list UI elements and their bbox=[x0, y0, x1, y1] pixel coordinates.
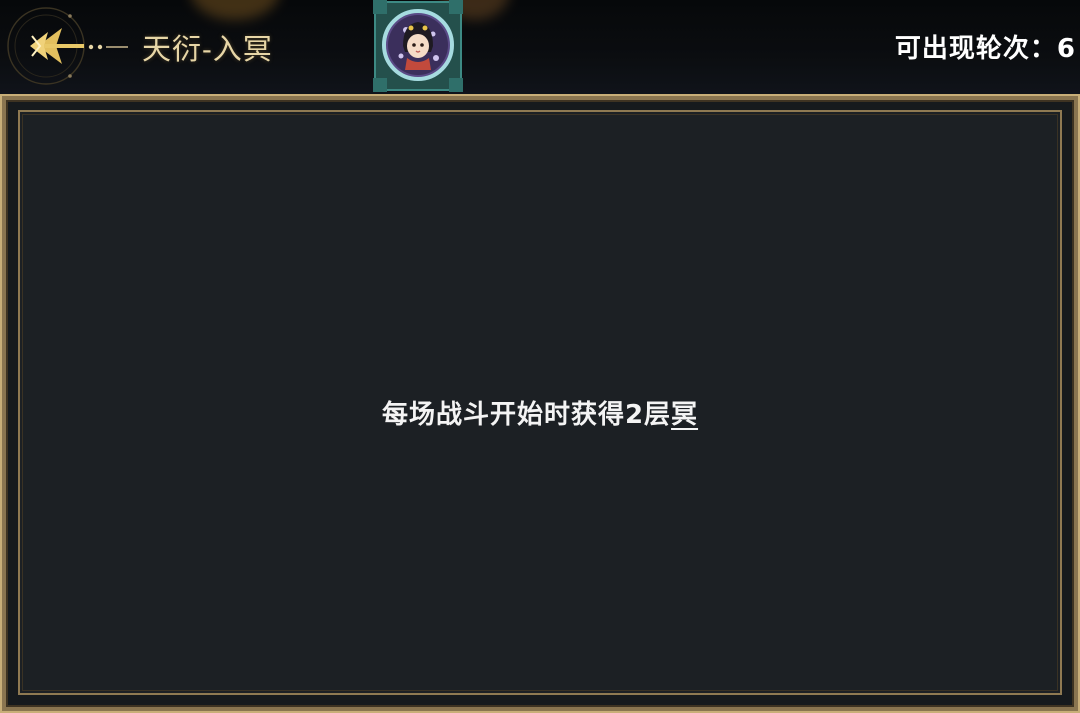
character-portrait-icon bbox=[373, 0, 463, 92]
effect-keyword-link[interactable]: 冥 bbox=[671, 400, 698, 430]
effect-description-panel: 每场战斗开始时获得2层冥 bbox=[18, 110, 1062, 695]
top-bar: 天衍-入冥 可出现轮次：6 bbox=[0, 0, 1080, 94]
character-portrait[interactable] bbox=[373, 0, 463, 92]
back-button[interactable] bbox=[4, 4, 134, 88]
ornate-arrow-back-icon bbox=[7, 7, 128, 85]
main-panel-frame: 每场战斗开始时获得2层冥 bbox=[0, 94, 1080, 713]
background-glow bbox=[190, 0, 280, 20]
effect-description-text: 每场战斗开始时获得2层 bbox=[381, 400, 672, 430]
screen-title: 天衍-入冥 bbox=[142, 32, 273, 66]
available-rounds-label: 可出现轮次：6 bbox=[894, 34, 1076, 64]
game-screen: 天衍-入冥 可出现轮次：6 每场战斗开始时获得2层冥 bbox=[0, 0, 1080, 713]
effect-description: 每场战斗开始时获得2层冥 bbox=[20, 394, 1060, 431]
